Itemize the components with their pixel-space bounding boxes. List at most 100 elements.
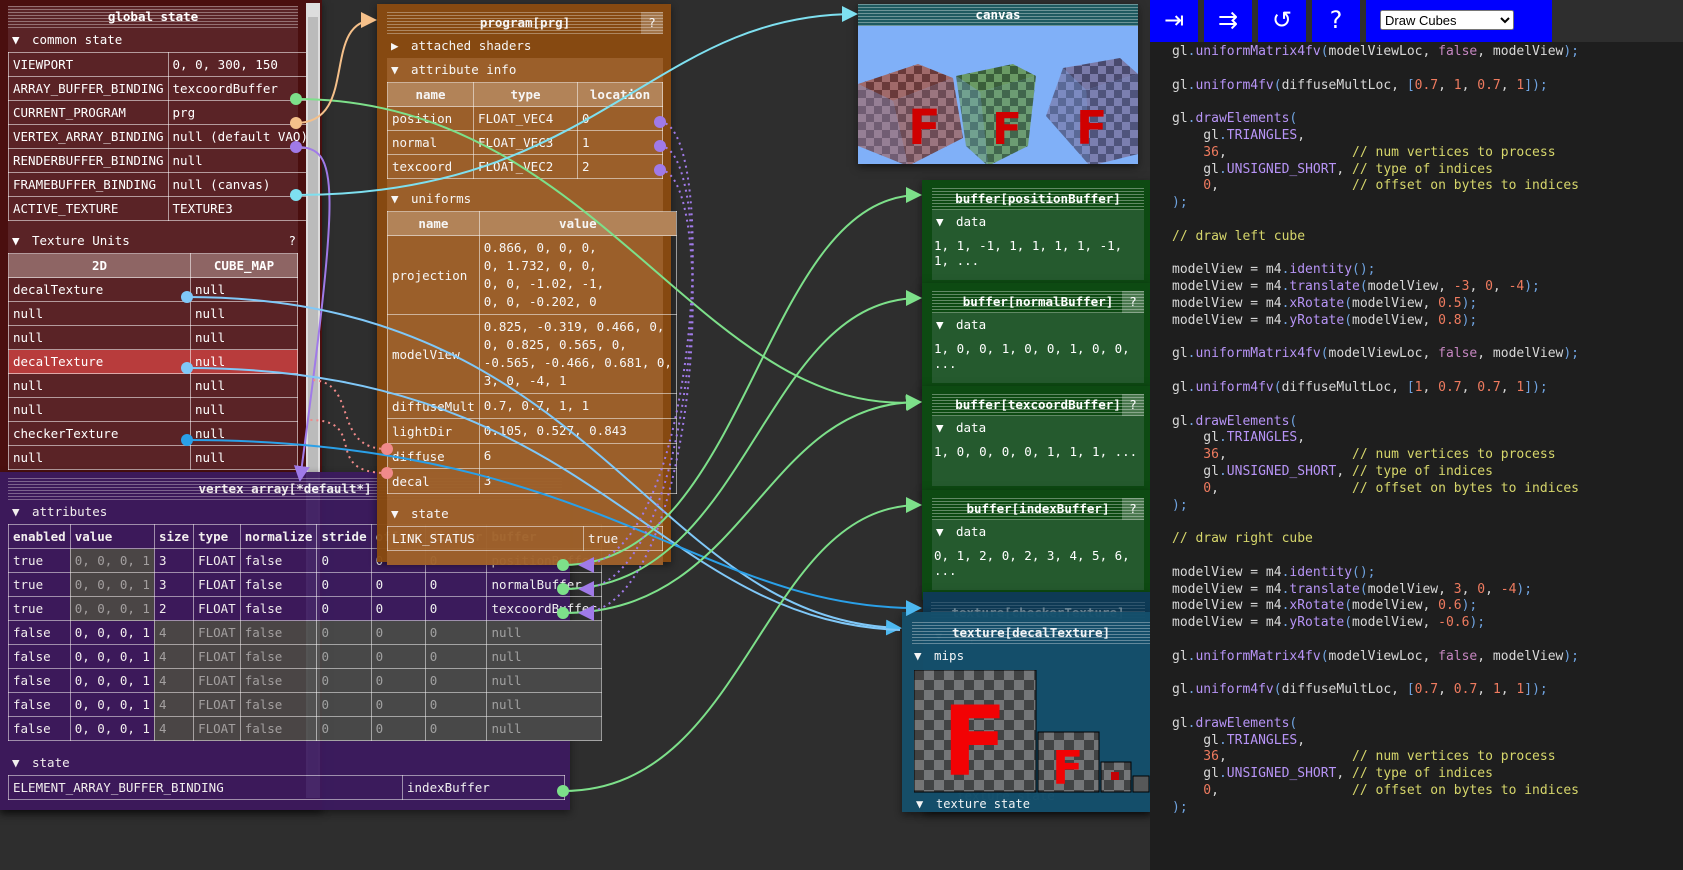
state-name: ELEMENT_ARRAY_BUFFER_BINDING (8, 775, 403, 800)
texture-unit-row[interactable]: decalTexture null (8, 277, 298, 302)
code-token: // draw right cube (1172, 531, 1313, 547)
code-token: xRotate (1289, 598, 1345, 614)
texture-unit-row[interactable]: null null (8, 373, 298, 398)
code-token: UNSIGNED_SHORT (1226, 766, 1337, 782)
help-icon[interactable]: ? (288, 229, 296, 253)
attribute-info-toggle[interactable]: ▼ attribute info (387, 58, 663, 82)
attrib-type: FLOAT (193, 596, 241, 621)
help-icon[interactable]: ? (641, 12, 663, 34)
step-all-button[interactable]: ⇉ (1204, 0, 1252, 42)
program-state-toggle[interactable]: ▼ state (387, 502, 663, 526)
help-button[interactable]: ? (1312, 0, 1360, 42)
code-token: gl (1172, 682, 1188, 698)
texture-cube-map: null (190, 397, 298, 422)
code-line: gl.UNSIGNED_SHORT, // type of indices (1172, 162, 1683, 179)
attrib-offset: 0 (370, 644, 426, 669)
code-line: gl.UNSIGNED_SHORT, // type of indices (1172, 766, 1683, 783)
uniforms-toggle[interactable]: ▼ uniforms (387, 187, 663, 211)
texture-unit-row[interactable]: null null (8, 301, 298, 326)
code-token: -4 (1508, 279, 1525, 295)
attrib-buffer: null (486, 692, 602, 717)
attrib-offset: 0 (370, 572, 426, 597)
attached-shaders-toggle[interactable]: ▶ attached shaders (387, 34, 663, 58)
buffer-title[interactable]: buffer[normalBuffer]? (932, 291, 1144, 313)
attrib-normalize: false (239, 644, 318, 669)
buffer-title[interactable]: buffer[positionBuffer] (932, 188, 1144, 210)
uniforms-table: name value projection 0.866, 0, 0, 0, 0, … (387, 211, 677, 494)
example-select[interactable]: Draw Cubes (1380, 10, 1514, 30)
common-state-toggle[interactable]: ▼ common state (8, 28, 298, 52)
state-value: texcoordBuffer (167, 76, 313, 101)
code-token: ( (1344, 598, 1353, 614)
collapsed-triangle-icon: ▶ (391, 38, 399, 53)
program-state-table: LINK_STATUS true (387, 526, 663, 551)
texture-cube-map: null (190, 349, 298, 374)
attrib-normalize: false (239, 596, 318, 621)
uniform-name: diffuse (387, 443, 480, 469)
table-row: RENDERBUFFER_BINDING null (8, 148, 313, 173)
buffer-title[interactable]: buffer[indexBuffer]? (932, 498, 1144, 520)
attrib-enabled: false (8, 716, 71, 741)
code-token: false (1438, 648, 1478, 664)
code-token: , (1218, 144, 1353, 160)
texture-unit-row[interactable]: null null (8, 445, 298, 470)
help-icon[interactable]: ? (1122, 291, 1144, 313)
data-toggle[interactable]: ▼ data (932, 313, 1144, 337)
va-state-toggle[interactable]: ▼ state (8, 751, 562, 775)
mips-toggle[interactable]: ▼ mips (902, 644, 1150, 668)
svg-text:F: F (992, 104, 1022, 155)
program-title[interactable]: program[prg]? (387, 12, 663, 34)
help-icon[interactable]: ? (1122, 498, 1144, 520)
code-token: modelView, (1367, 279, 1454, 295)
code-line: 0, // offset on bytes to indices (1172, 481, 1683, 498)
attrib-divisor: 0 (424, 572, 488, 597)
canvas-title[interactable]: canvas (858, 4, 1138, 26)
section-label: Texture Units (32, 233, 130, 248)
code-token: ( (1289, 413, 1298, 429)
section-label: common state (32, 32, 123, 47)
code-token: , (1469, 279, 1486, 295)
code-line: gl.drawElements( (1172, 716, 1683, 733)
texture-unit-row[interactable]: null null (8, 325, 298, 350)
attribute-location: 2 (577, 154, 663, 179)
texture-unit-row[interactable]: checkerTexture null (8, 421, 298, 446)
texture-unit-row[interactable]: decalTexture null (8, 349, 298, 374)
code-token: gl (1172, 77, 1188, 93)
code-token: , (1297, 127, 1306, 143)
section-label: attached shaders (411, 38, 532, 53)
texture-state-label[interactable]: ▼ texture state (912, 792, 1030, 816)
texture-units-toggle[interactable]: ▼ Texture Units? (8, 229, 298, 253)
step-button[interactable]: ⇥ (1150, 0, 1198, 42)
attrib-offset: 0 (370, 716, 426, 741)
code-line: ); (1172, 498, 1683, 515)
code-token: // type of indices (1352, 766, 1493, 782)
global-state-title[interactable]: global state (8, 6, 298, 28)
buffer-window: buffer[indexBuffer]? ▼ data 0, 1, 2, 0, 2, … (922, 490, 1152, 600)
texture-title[interactable]: texture[decalTexture] (912, 622, 1150, 644)
data-toggle[interactable]: ▼ data (932, 210, 1144, 234)
code-line: ); (1172, 800, 1683, 817)
attrib-buffer: texcoordBuffer (486, 596, 602, 621)
code-token: , modelView (1477, 648, 1564, 664)
help-icon[interactable]: ? (1122, 394, 1144, 416)
buffer-title-text: buffer[positionBuffer] (955, 191, 1121, 206)
buffer-title[interactable]: buffer[texcoordBuffer]? (932, 394, 1144, 416)
code-token: TRIANGLES (1226, 732, 1298, 748)
state-name: CURRENT_PROGRAM (8, 100, 169, 125)
restart-button[interactable]: ↺ (1258, 0, 1306, 42)
right-cube: F (1046, 58, 1138, 164)
attribute-type: FLOAT_VEC3 (473, 130, 578, 155)
texture-unit-row[interactable]: null null (8, 397, 298, 422)
code-token: gl (1172, 463, 1219, 479)
code-token: ( (1320, 346, 1329, 362)
column-header: value (478, 211, 677, 236)
mip-level-3 (1132, 775, 1150, 793)
data-toggle[interactable]: ▼ data (932, 416, 1144, 440)
code-token: // type of indices (1352, 463, 1493, 479)
mip-level-1: F (1037, 731, 1100, 795)
attrib-value: 0, 0, 0, 1 (69, 692, 155, 717)
data-toggle[interactable]: ▼ data (932, 520, 1144, 544)
code-token: false (1438, 44, 1478, 59)
